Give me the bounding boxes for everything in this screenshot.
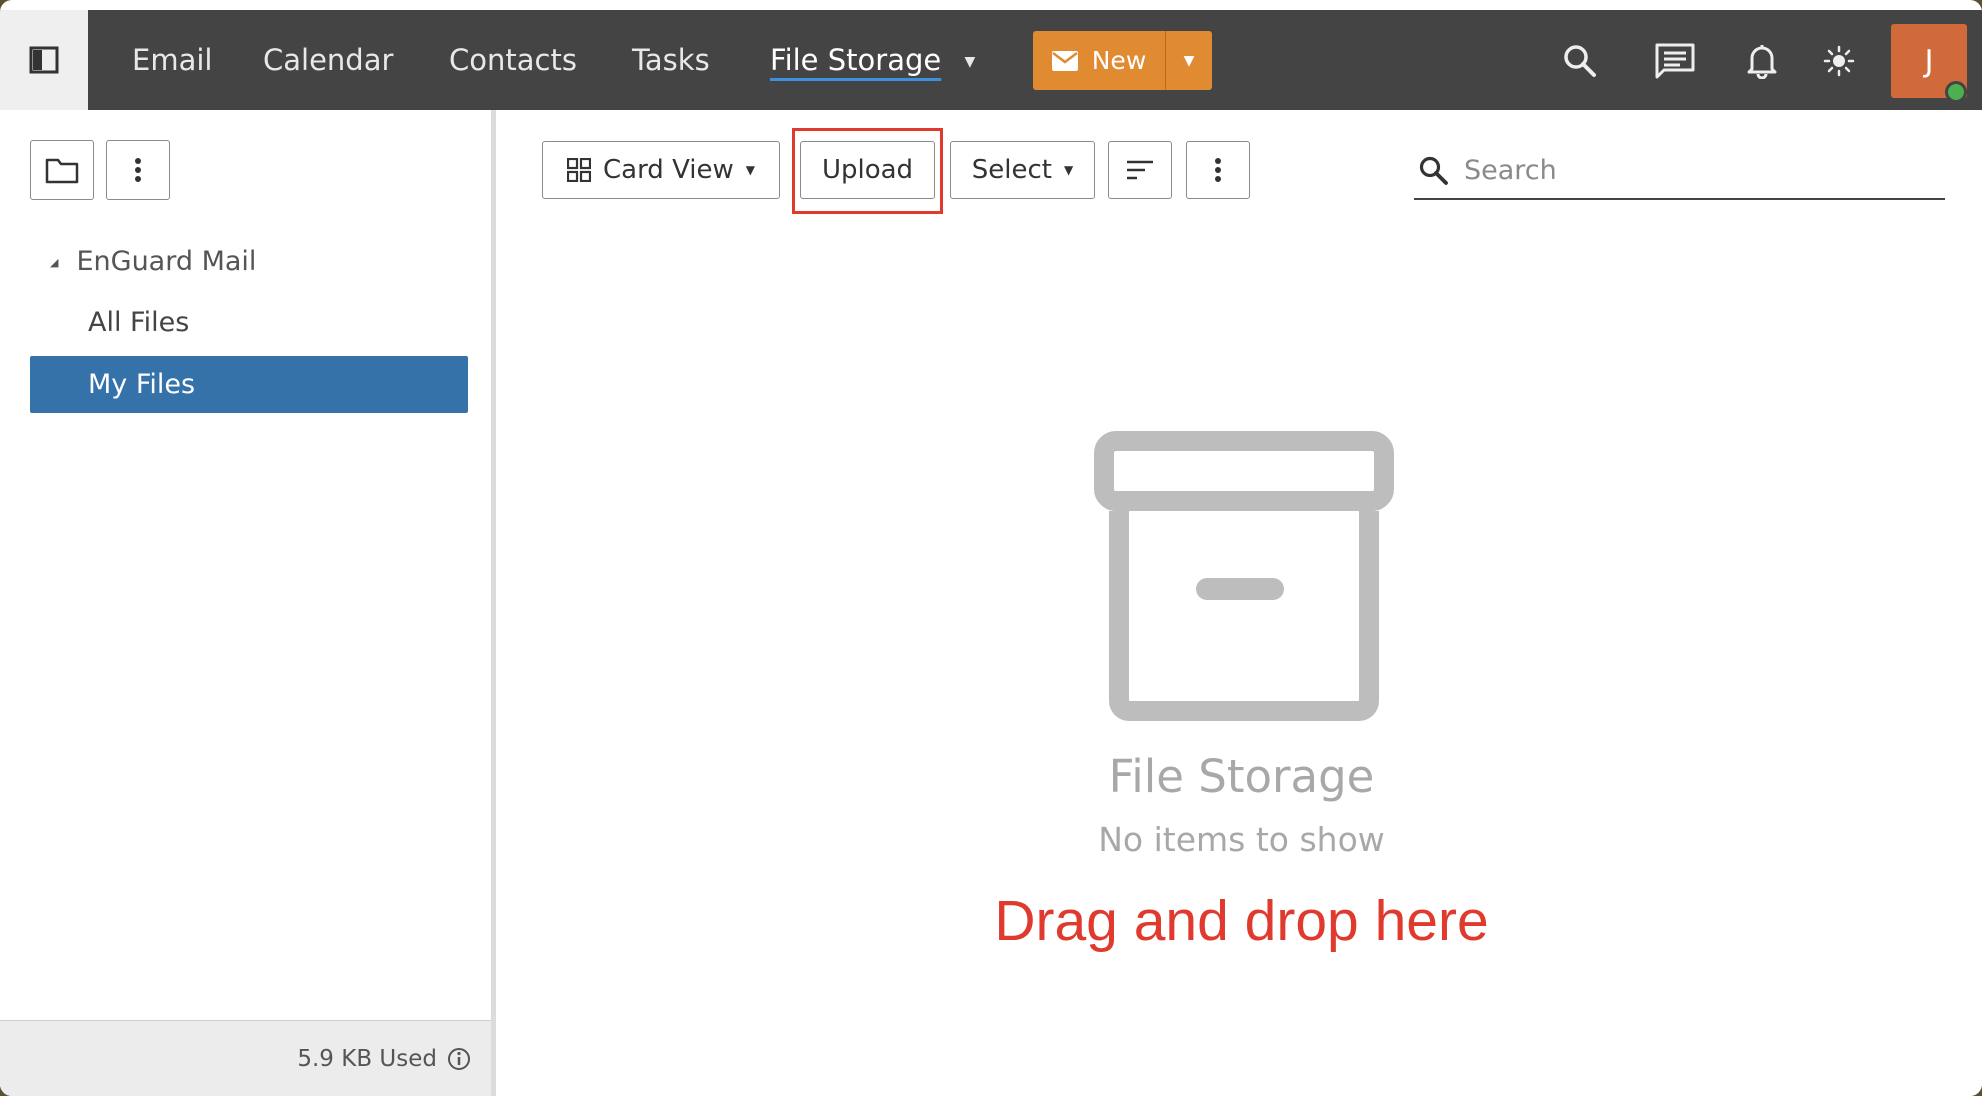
sort-button[interactable]: [1108, 141, 1172, 199]
theme-toggle-button[interactable]: [1816, 38, 1862, 84]
main-content: Card View ▼ Upload Select ▼ Search File …: [501, 110, 1982, 1096]
more-vertical-icon: [135, 158, 141, 182]
chevron-down-icon: ▼: [1063, 163, 1074, 177]
view-mode-dropdown[interactable]: Card View ▼: [542, 141, 780, 199]
empty-state-title: File Storage: [1108, 750, 1375, 803]
search-input[interactable]: [1464, 155, 1924, 186]
sidebar-toggle-button[interactable]: [0, 10, 88, 110]
chat-button[interactable]: [1652, 38, 1698, 84]
nav-calendar[interactable]: Calendar: [263, 10, 393, 110]
sort-icon: [1127, 160, 1153, 180]
nav-contacts[interactable]: Contacts: [449, 10, 577, 110]
global-search-button[interactable]: [1557, 38, 1603, 84]
view-mode-label: Card View: [602, 155, 734, 185]
storage-used-text: 5.9 KB Used: [297, 1045, 437, 1072]
sidebar-item-label: My Files: [88, 369, 196, 400]
sidebar-toggle-icon: [29, 46, 59, 74]
sidebar-more-button[interactable]: [106, 140, 170, 200]
collapse-triangle-icon: ◢: [50, 255, 59, 269]
chevron-down-icon: ▼: [1183, 52, 1195, 69]
nav-calendar-label: Calendar: [263, 43, 394, 77]
search-icon: [1564, 45, 1596, 77]
nav-contacts-label: Contacts: [449, 43, 577, 77]
info-icon[interactable]: [447, 1047, 471, 1071]
nav-email[interactable]: Email: [132, 10, 212, 110]
nav-file-storage[interactable]: File Storage ▼: [770, 10, 975, 110]
mail-icon: [1051, 50, 1078, 71]
file-search: [1414, 143, 1945, 200]
app-window: Email Calendar Contacts Tasks File Stora…: [0, 0, 1982, 1096]
user-avatar-initial: J: [1924, 43, 1934, 79]
chat-icon: [1655, 43, 1695, 79]
nav-file-storage-label: File Storage: [770, 43, 942, 77]
nav-tasks-label: Tasks: [632, 43, 710, 77]
nav-email-label: Email: [132, 43, 213, 77]
select-dropdown[interactable]: Select ▼: [950, 141, 1095, 199]
more-vertical-icon: [1215, 158, 1221, 182]
chevron-down-icon: ▼: [745, 163, 756, 177]
storage-usage-footer: 5.9 KB Used: [0, 1020, 491, 1096]
sidebar-item-my-files[interactable]: My Files: [30, 356, 468, 413]
new-button-group: New ▼: [1033, 31, 1212, 90]
new-button-label: New: [1091, 46, 1147, 75]
upload-button[interactable]: Upload: [800, 141, 935, 199]
empty-state-subtitle: No items to show: [1098, 820, 1385, 859]
notifications-button[interactable]: [1739, 38, 1785, 84]
new-dropdown-button[interactable]: ▼: [1165, 31, 1212, 90]
chevron-down-icon: ▼: [964, 54, 976, 70]
upload-button-label: Upload: [821, 155, 914, 185]
folder-icon: [45, 158, 79, 184]
sidebar-item-label: All Files: [88, 307, 190, 338]
sidebar-item-all-files[interactable]: All Files: [30, 294, 468, 351]
presence-indicator: [1945, 81, 1967, 103]
grid-icon: [566, 158, 591, 182]
bell-icon: [1747, 45, 1777, 79]
select-dropdown-label: Select: [971, 155, 1052, 185]
tree-root-enguard-mail[interactable]: ◢ EnGuard Mail: [50, 240, 256, 284]
new-folder-button[interactable]: [30, 140, 94, 200]
new-button[interactable]: New: [1033, 31, 1165, 90]
nav-tasks[interactable]: Tasks: [632, 10, 710, 110]
search-icon: [1419, 156, 1448, 185]
tree-root-label: EnGuard Mail: [76, 246, 257, 277]
toolbar-more-button[interactable]: [1186, 141, 1250, 199]
left-sidebar: ◢ EnGuard Mail All Files My Files 5.9 KB …: [0, 110, 496, 1096]
top-nav-bar: Email Calendar Contacts Tasks File Stora…: [0, 10, 1982, 110]
archive-box-icon: [1094, 431, 1394, 721]
drop-zone-hint[interactable]: Drag and drop here: [501, 888, 1982, 954]
sun-icon: [1823, 45, 1855, 77]
